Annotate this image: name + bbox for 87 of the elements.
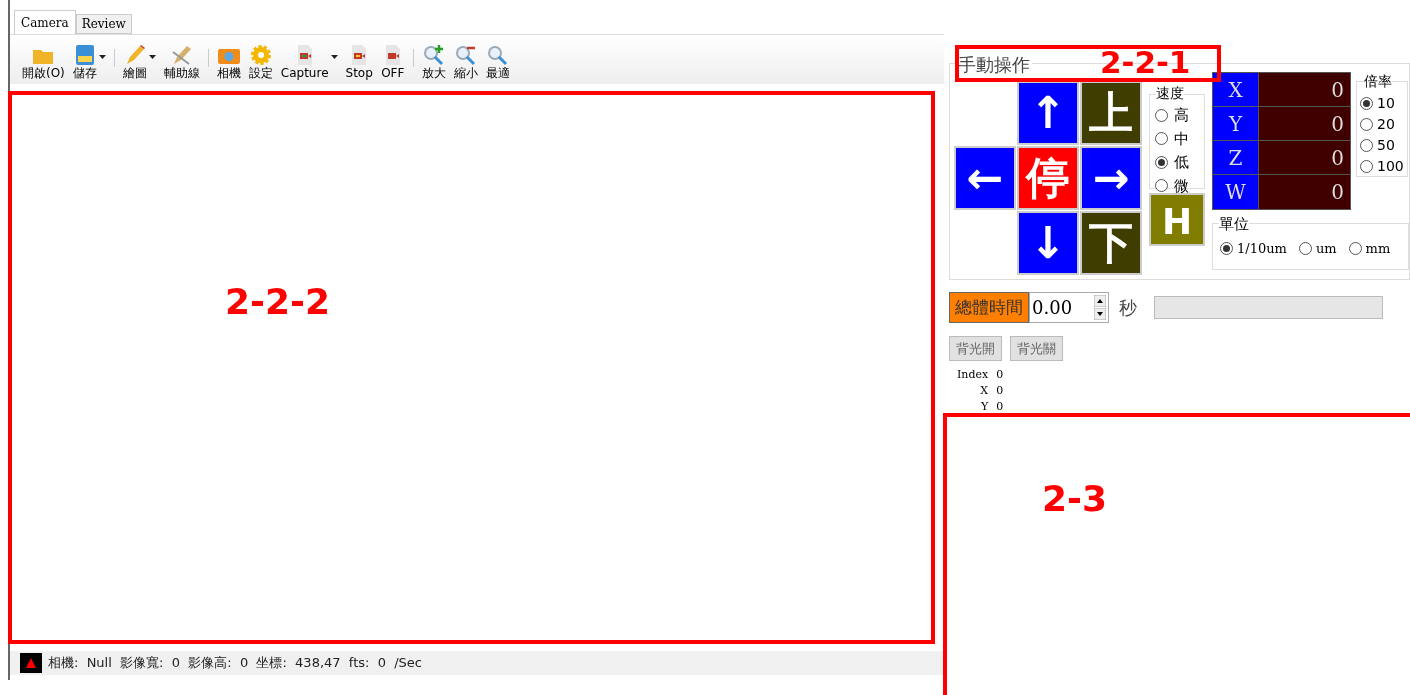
caret-icon — [148, 54, 156, 59]
info-value: 0 — [996, 383, 1004, 399]
jog-button[interactable]: 上 — [1080, 81, 1142, 145]
axis-value: 0 — [1258, 107, 1350, 140]
toolbar-button[interactable]: OFF — [380, 44, 405, 81]
toolbar-button[interactable]: 儲存 — [72, 44, 97, 81]
radio-option[interactable]: 10 — [1360, 93, 1407, 114]
number-field[interactable]: 0.00 — [1029, 292, 1109, 323]
radio-label: 20 — [1377, 115, 1395, 134]
radio-button[interactable] — [1155, 155, 1168, 169]
toolbar-button[interactable]: Stop — [345, 44, 373, 81]
radio-label: um — [1315, 239, 1337, 258]
spin-down-icon[interactable] — [1094, 308, 1106, 320]
radio-button[interactable] — [1298, 242, 1312, 255]
jog-button[interactable]: ← — [954, 146, 1016, 210]
toolbar-button[interactable]: 放大 — [421, 44, 446, 81]
axis-label: W — [1213, 175, 1258, 209]
radio-button[interactable] — [1155, 179, 1168, 193]
home-button[interactable]: H — [1149, 193, 1205, 246]
radio-option[interactable]: um — [1298, 238, 1337, 259]
radio-label: 1/10um — [1237, 239, 1287, 258]
radio-button[interactable] — [1360, 118, 1373, 131]
info-value: 0 — [996, 399, 1004, 415]
radio-button[interactable] — [1360, 160, 1373, 173]
axis-value: 0 — [1258, 175, 1350, 209]
annotation-label: 2-3 — [1042, 477, 1108, 521]
caret-icon — [98, 54, 106, 59]
jog-button[interactable]: 下 — [1080, 211, 1142, 275]
toolbar-button[interactable]: 開啟(O) — [22, 44, 65, 81]
jog-button[interactable]: → — [1080, 146, 1142, 210]
radio-button[interactable] — [1155, 108, 1168, 122]
settings-icon — [248, 44, 273, 66]
axis-value: 0 — [1258, 73, 1350, 106]
axis-label: Y — [1213, 107, 1258, 140]
radio-label: 高 — [1174, 105, 1189, 126]
info-label: Index — [957, 367, 989, 383]
radio-option[interactable]: mm — [1348, 238, 1391, 259]
status-text: 相機: Null 影像寬: 0 影像高: 0 坐標: 438,47 fts: 0 /Sec — [48, 654, 422, 673]
info-label: Y — [979, 399, 989, 415]
radio-option[interactable]: 低 — [1155, 151, 1204, 174]
info-label: X — [979, 383, 989, 399]
tab[interactable]: Review — [75, 14, 132, 34]
zoom-in-icon — [421, 44, 446, 66]
radio-label: 中 — [1174, 128, 1189, 150]
jog-button[interactable]: ↓ — [1017, 211, 1079, 275]
toolbar-button[interactable]: 最適 — [485, 44, 510, 81]
radio-label: 低 — [1174, 152, 1189, 173]
axis-label: Z — [1213, 141, 1258, 174]
radio-button[interactable] — [1360, 139, 1373, 152]
group-title: 速度 — [1156, 86, 1184, 100]
radio-option[interactable]: 20 — [1360, 114, 1407, 135]
tab[interactable]: Camera — [14, 10, 76, 34]
axis-label: X — [1213, 73, 1258, 106]
jog-button[interactable]: ↑ — [1017, 81, 1079, 145]
annotation-label: 2-2-1 — [1100, 47, 1191, 78]
radio-option[interactable]: 50 — [1360, 135, 1407, 156]
unit-label: 秒 — [1119, 296, 1137, 320]
radio-button[interactable] — [1155, 132, 1168, 146]
backlight-button[interactable]: 背光開 — [949, 336, 1002, 361]
radio-option[interactable]: 100 — [1360, 156, 1407, 177]
toolbar-button[interactable]: Capture — [280, 44, 329, 81]
backlight-button[interactable]: 背光關 — [1010, 336, 1063, 361]
radio-option[interactable]: 高 — [1155, 104, 1204, 127]
search-icon — [485, 44, 510, 66]
spin-up-icon[interactable] — [1094, 295, 1106, 307]
radio-label: 100 — [1377, 157, 1404, 176]
caret-icon — [330, 54, 338, 59]
axis-value: 0 — [1258, 141, 1350, 174]
radio-button[interactable] — [1348, 242, 1362, 255]
radio-option[interactable]: 1/10um — [1220, 238, 1287, 259]
radio-option[interactable]: 中 — [1155, 127, 1204, 150]
radio-label: mm — [1365, 239, 1391, 258]
radio-label: 10 — [1377, 94, 1395, 113]
zoom-out-icon — [453, 44, 478, 66]
radio-button[interactable] — [1220, 242, 1233, 255]
toolbar-button[interactable]: 設定 — [248, 44, 273, 81]
info-value: 0 — [996, 367, 1004, 383]
radio-button[interactable] — [1360, 97, 1373, 110]
jog-button[interactable]: 停 — [1017, 146, 1079, 210]
toolbar-button[interactable]: 相機 — [216, 44, 241, 81]
annotation-label: 2-2-2 — [225, 280, 331, 324]
radio-label: 50 — [1377, 136, 1395, 155]
toolbar-button[interactable]: 繪圖 — [122, 44, 147, 81]
warning-icon — [20, 653, 42, 673]
toolbar-button[interactable]: 輔助線 — [163, 44, 200, 81]
toolbar-button[interactable]: 縮小 — [453, 44, 478, 81]
timer-label: 總體時間 — [949, 292, 1029, 323]
